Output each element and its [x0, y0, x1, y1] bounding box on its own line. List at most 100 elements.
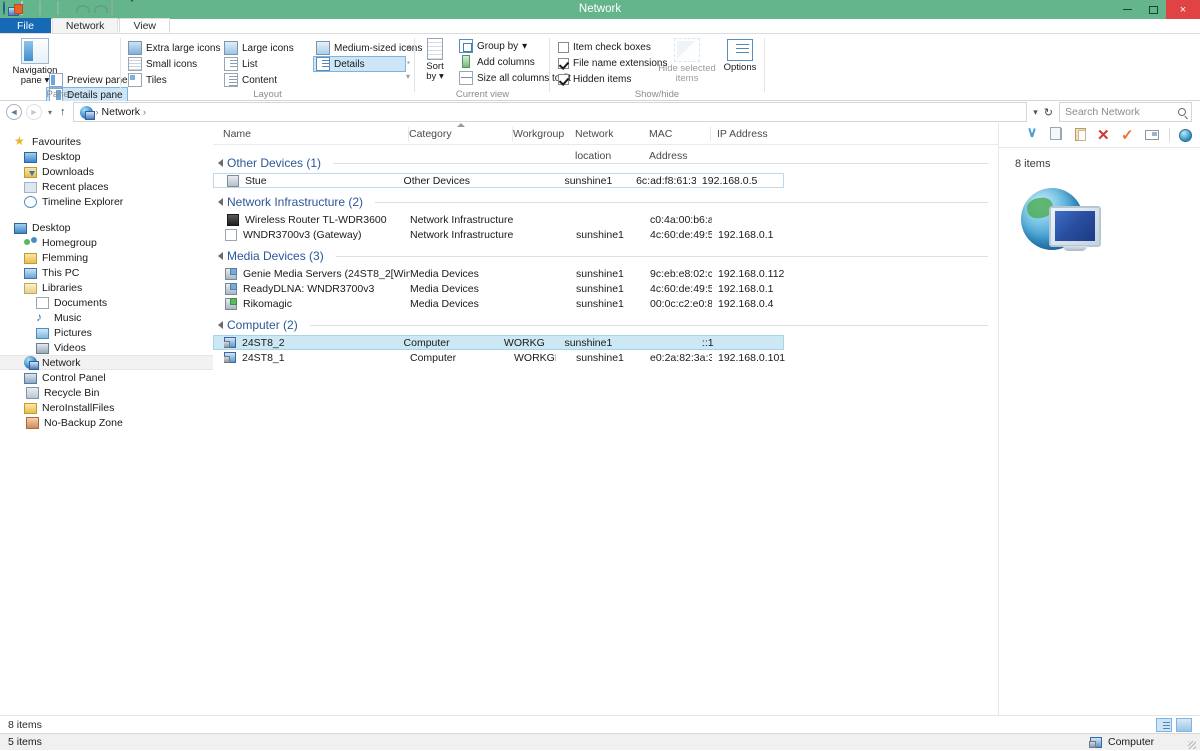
collapse-triangle-icon[interactable]: [218, 321, 223, 329]
taskbar-window-button[interactable]: Computer: [1089, 734, 1154, 751]
sidebar-item-desktop[interactable]: Desktop: [0, 149, 213, 164]
sidebar-item-music[interactable]: ♪ Music: [0, 310, 213, 325]
tab-file[interactable]: File: [0, 18, 51, 33]
sidebar-item-recycle-bin[interactable]: Recycle Bin: [0, 385, 213, 400]
copy-icon[interactable]: [1049, 126, 1064, 143]
details-button[interactable]: Details: [313, 56, 406, 72]
resize-grip-icon[interactable]: [1188, 741, 1196, 749]
sidebar-item-timeline-explorer[interactable]: Timeline Explorer: [0, 194, 213, 209]
layout-scroll-mid-icon[interactable]: ▪: [407, 58, 410, 67]
breadcrumb-item-network[interactable]: Network: [102, 106, 141, 118]
details-view-button[interactable]: [1156, 717, 1172, 732]
table-row[interactable]: Genie Media Servers (24ST8_2[Windows]) M…: [213, 266, 998, 281]
recent-locations-caret-icon[interactable]: ▾: [48, 108, 52, 117]
tab-view[interactable]: View: [119, 18, 171, 33]
new-folder-icon[interactable]: [39, 1, 54, 17]
sidebar-item-recent-places[interactable]: Recent places: [0, 179, 213, 194]
check-icon[interactable]: ✓: [1121, 128, 1136, 143]
thumbnail-view-button[interactable]: [1176, 717, 1192, 732]
hidden-items-checkbox[interactable]: Hidden items: [555, 71, 636, 87]
table-row[interactable]: Wireless Router TL-WDR3600 Network Infra…: [213, 212, 998, 227]
up-button[interactable]: ↑: [60, 106, 66, 118]
small-icons-button[interactable]: Small icons: [125, 56, 202, 72]
collapse-triangle-icon[interactable]: [218, 159, 223, 167]
back-button[interactable]: ◄: [6, 104, 22, 120]
tiles-button[interactable]: Tiles: [125, 72, 172, 88]
extra-large-icons-button[interactable]: Extra large icons: [125, 40, 225, 56]
item-check-boxes-box[interactable]: [558, 41, 569, 53]
sidebar-item-downloads[interactable]: Downloads: [0, 164, 213, 179]
table-row[interactable]: 24ST8_2 Computer WORKGROUP sunshine1 ::1: [213, 335, 784, 350]
sidebar-item-homegroup[interactable]: Homegroup: [0, 235, 213, 250]
customize-caret-icon[interactable]: [129, 0, 144, 17]
add-columns-button[interactable]: Add columns: [456, 54, 540, 70]
close-button[interactable]: ×: [1166, 0, 1200, 19]
sort-by-caret-icon[interactable]: ▾: [439, 71, 444, 82]
table-row[interactable]: WNDR3700v3 (Gateway) Network Infrastruct…: [213, 227, 998, 242]
column-header-ip-address[interactable]: IP Address: [711, 123, 801, 145]
sidebar-item-network[interactable]: Network: [0, 355, 213, 370]
minimize-ribbon-icon[interactable]: [111, 1, 126, 17]
options-button[interactable]: Options: [717, 39, 763, 73]
sidebar-item-no-backup-zone[interactable]: No-Backup Zone: [0, 415, 213, 430]
layout-group-label: Layout: [253, 89, 282, 100]
column-header-workgroup[interactable]: Workgroup: [513, 123, 564, 145]
column-header-category[interactable]: Category: [409, 123, 513, 145]
group-by-caret-icon[interactable]: ▾: [522, 41, 527, 52]
paste-icon[interactable]: [1073, 127, 1088, 143]
item-check-boxes-checkbox[interactable]: Item check boxes: [555, 39, 656, 55]
collapse-triangle-icon[interactable]: [218, 198, 223, 206]
collapse-triangle-icon[interactable]: [218, 252, 223, 260]
hidden-items-box[interactable]: [558, 73, 569, 85]
network-globe-icon[interactable]: [1179, 128, 1192, 142]
file-name-extensions-checkbox[interactable]: File name extensions: [555, 55, 673, 71]
properties-icon[interactable]: [21, 1, 36, 17]
column-header-name[interactable]: Name: [223, 123, 409, 145]
sidebar-item-favourites[interactable]: ★ Favourites: [0, 134, 213, 149]
group-header-computer[interactable]: Computer (2): [213, 315, 998, 335]
breadcrumb-separator-end[interactable]: ›: [143, 107, 146, 117]
sidebar-item-pictures[interactable]: Pictures: [0, 325, 213, 340]
column-header-network-location[interactable]: Network location: [555, 123, 643, 162]
group-by-button[interactable]: Group by ▾: [456, 38, 532, 54]
file-name-extensions-box[interactable]: [558, 57, 569, 69]
maximize-button[interactable]: [1140, 0, 1166, 19]
sidebar-item-libraries[interactable]: Libraries: [0, 280, 213, 295]
rename-icon[interactable]: [57, 1, 72, 17]
sidebar-item-control-panel[interactable]: Control Panel: [0, 370, 213, 385]
table-row[interactable]: 24ST8_1 Computer WORKGROUP sunshine1 e0:…: [213, 350, 998, 365]
sidebar-item-neroinstallfiles[interactable]: NeroInstallFiles: [0, 400, 213, 415]
sidebar-item-documents[interactable]: Documents: [0, 295, 213, 310]
hide-selected-items-button[interactable]: Hide selected items: [656, 38, 718, 84]
sidebar-item-this-pc[interactable]: This PC: [0, 265, 213, 280]
breadcrumb[interactable]: › Network ›: [72, 102, 1028, 122]
search-input[interactable]: Search Network: [1059, 102, 1192, 122]
tab-network[interactable]: Network: [51, 18, 119, 33]
group-header-media-devices[interactable]: Media Devices (3): [213, 246, 998, 266]
sidebar-item-flemming[interactable]: Flemming: [0, 250, 213, 265]
table-row[interactable]: Rikomagic Media Devices sunshine1 00:0c:…: [213, 296, 998, 311]
sort-by-button[interactable]: Sort by ▾: [418, 38, 452, 82]
rename-icon[interactable]: [1145, 128, 1160, 143]
layout-more-icon[interactable]: ▾: [406, 72, 410, 81]
row-network-location: sunshine1: [576, 351, 624, 364]
redo-icon[interactable]: [93, 2, 108, 17]
row-workgroup: WORKGROUP: [503, 336, 545, 349]
minimize-button[interactable]: [1114, 0, 1140, 19]
undo-icon[interactable]: [75, 2, 90, 17]
sidebar-item-videos[interactable]: Videos: [0, 340, 213, 355]
delete-icon[interactable]: ✕: [1097, 128, 1112, 143]
table-row[interactable]: ReadyDLNA: WNDR3700v3 Media Devices suns…: [213, 281, 998, 296]
forward-button[interactable]: ►: [26, 104, 42, 120]
sidebar-item-desktop-root[interactable]: Desktop: [0, 220, 213, 235]
history-caret-icon[interactable]: ▾: [1033, 107, 1038, 118]
table-row[interactable]: Stue Other Devices sunshine1 6c:ad:f8:61…: [213, 173, 784, 188]
large-icons-button[interactable]: Large icons: [221, 40, 299, 56]
group-header-network-infrastructure[interactable]: Network Infrastructure (2): [213, 192, 998, 212]
cut-icon[interactable]: [1025, 128, 1040, 143]
content-button[interactable]: Content: [221, 72, 282, 88]
layout-scroll-up-icon[interactable]: ▴: [407, 42, 411, 51]
list-button[interactable]: List: [221, 56, 263, 72]
column-header-mac-address[interactable]: MAC Address: [643, 123, 711, 162]
refresh-button[interactable]: ↻: [1044, 106, 1053, 119]
